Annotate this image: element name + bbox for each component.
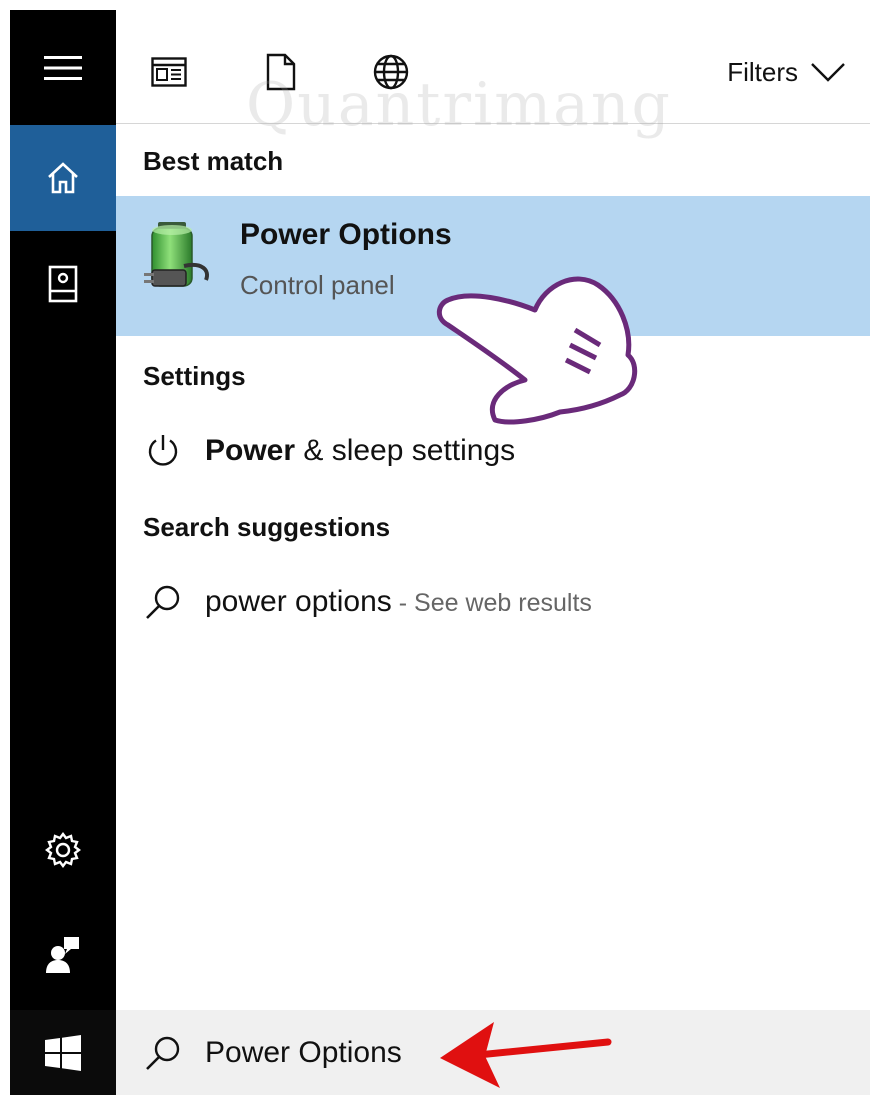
suggestion-separator: -: [391, 589, 415, 617]
power-sleep-settings-result[interactable]: Power & sleep settings: [116, 416, 870, 486]
power-sleep-settings-label: Power & sleep settings: [205, 434, 515, 468]
suggestion-query: power options: [205, 585, 392, 618]
left-rail: [10, 10, 116, 1095]
best-match-title: Power Options: [240, 218, 452, 251]
filters-dropdown[interactable]: Filters: [727, 54, 846, 90]
globe-icon: [373, 54, 409, 90]
apps-filter-button[interactable]: [149, 52, 189, 92]
windows-logo-icon: [45, 1034, 81, 1071]
search-input[interactable]: [205, 1035, 605, 1070]
documents-filter-button[interactable]: [261, 52, 301, 92]
home-icon: [48, 162, 78, 194]
chevron-down-icon: [811, 63, 845, 82]
filter-toolbar: Filters: [116, 10, 870, 123]
power-options-battery-icon: [144, 222, 209, 287]
start-button[interactable]: [10, 1010, 116, 1095]
web-suggestion-result[interactable]: power options - See web results: [116, 567, 870, 637]
settings-heading: Settings: [143, 361, 246, 391]
home-button[interactable]: [10, 125, 116, 231]
feedback-button[interactable]: [10, 905, 116, 1005]
notebook-button[interactable]: [10, 231, 116, 337]
filters-label: Filters: [727, 56, 798, 87]
web-filter-button[interactable]: [371, 52, 411, 92]
hamburger-icon: [44, 55, 82, 80]
settings-button[interactable]: [10, 800, 116, 900]
power-icon: [148, 435, 178, 466]
best-match-result[interactable]: Power Options Control panel: [116, 196, 870, 336]
search-box[interactable]: [116, 1010, 870, 1095]
search-suggestions-heading: Search suggestions: [143, 512, 391, 542]
suggestion-hint: See web results: [414, 589, 592, 617]
best-match-heading: Best match: [143, 146, 284, 176]
toolbar-divider: [116, 123, 870, 124]
feedback-person-icon: [46, 937, 79, 973]
notebook-icon: [48, 265, 78, 303]
document-icon: [266, 53, 296, 91]
cortana-search-window: Filters Quantrimang Best match Power Opt…: [10, 10, 870, 1095]
settings-item-rest: & sleep settings: [295, 434, 516, 467]
search-icon: [146, 1036, 180, 1070]
apps-icon: [151, 57, 187, 87]
hamburger-menu-button[interactable]: [10, 10, 116, 125]
settings-item-bold: Power: [205, 434, 296, 467]
search-icon: [146, 585, 180, 619]
gear-icon: [45, 832, 81, 868]
search-results-panel: Filters Quantrimang Best match Power Opt…: [116, 10, 870, 1095]
best-match-subtitle: Control panel: [240, 270, 395, 300]
web-suggestion-label: power options - See web results: [205, 585, 592, 619]
